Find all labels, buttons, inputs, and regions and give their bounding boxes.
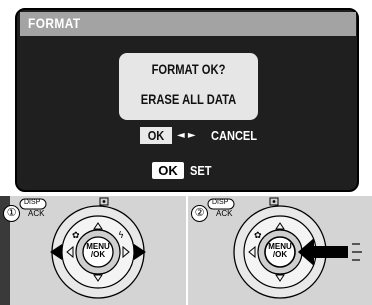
set-label: SET	[190, 163, 212, 178]
svg-text:✿: ✿	[254, 231, 262, 241]
camera-step-2: ✿ ② DISP ACK MENU /OK	[188, 196, 372, 305]
ok-badge-label: OK	[158, 163, 178, 178]
svg-text:✿: ✿	[72, 231, 80, 241]
svg-text:ϟ: ϟ	[118, 231, 124, 241]
step-number-2: ②	[191, 205, 208, 222]
ok-button-badge: OK	[152, 162, 184, 179]
camera-step-1: ✿ ϟ ① DISP ACK MENU /OK	[0, 196, 186, 305]
format-title: FORMAT	[28, 15, 81, 31]
step-number-1: ①	[3, 205, 20, 222]
cancel-option[interactable]: CANCEL	[211, 127, 257, 144]
back-label-1: ACK	[28, 209, 45, 218]
disp-label-1: DISP	[24, 199, 41, 206]
lcd-screen: FORMAT FORMAT OK? ERASE ALL DATA OK ◄ ► …	[0, 0, 372, 196]
format-title-bar: FORMAT	[20, 12, 356, 36]
left-right-arrows-icon: ◄ ►	[177, 130, 196, 141]
ok-option[interactable]: OK	[140, 127, 172, 144]
ok-text: /OK	[272, 250, 288, 259]
ok-text: /OK	[90, 250, 106, 259]
confirm-message-box: FORMAT OK? ERASE ALL DATA	[119, 53, 258, 120]
erase-warning: ERASE ALL DATA	[140, 91, 237, 107]
menu-ok-label-2: MENU /OK	[268, 243, 292, 259]
menu-ok-label-1: MENU /OK	[86, 243, 110, 259]
back-label-2: ACK	[216, 209, 233, 218]
disp-label-2: DISP	[212, 199, 229, 206]
ok-option-label: OK	[147, 128, 165, 143]
confirm-question: FORMAT OK?	[151, 61, 226, 77]
